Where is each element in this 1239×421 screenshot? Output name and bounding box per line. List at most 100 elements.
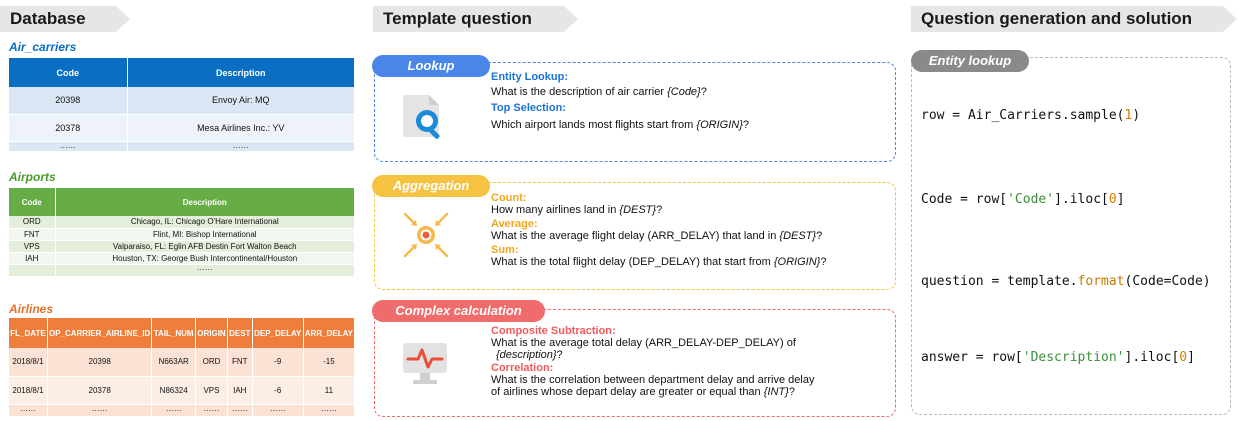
table-cell: ORD bbox=[195, 348, 228, 377]
table-cell: VPS bbox=[9, 240, 56, 253]
table-cell: 2018/8/1 bbox=[9, 376, 48, 405]
lookup-questions: Entity Lookup: What is the description o… bbox=[491, 71, 749, 131]
generation-header-label: Question generation and solution bbox=[921, 9, 1193, 28]
table-cell: …… bbox=[252, 404, 304, 417]
column-header: TAIL_NUM bbox=[151, 318, 197, 348]
code-line-sample: row = Air_Carriers.sample(1) bbox=[921, 108, 1140, 123]
table-cell: …… bbox=[9, 141, 128, 152]
code-line-answer: answer = row['Description'].iloc[0] bbox=[921, 350, 1195, 365]
aggregate-arrows-icon bbox=[403, 212, 449, 258]
question-text: What is the description of air carrier {… bbox=[491, 86, 749, 98]
table-cell: 20378 bbox=[9, 114, 128, 142]
table-cell: 11 bbox=[303, 376, 356, 405]
question-text: Which airport lands most flights start f… bbox=[491, 119, 749, 131]
question-var: {DEST} bbox=[619, 204, 657, 216]
column-header: OP_CARRIER_AIRLINE_ID bbox=[47, 318, 153, 348]
question-before: What is the description of air carrier bbox=[491, 86, 668, 98]
table-row: …… …… …… …… …… …… …… bbox=[9, 404, 356, 417]
monitor-pulse-icon bbox=[403, 343, 447, 384]
question-before: What is the total flight delay (DEP_DELA… bbox=[491, 256, 774, 268]
question-after: ? bbox=[656, 204, 663, 216]
code-number: 0 bbox=[1108, 192, 1117, 207]
column-header: Code bbox=[9, 188, 56, 216]
code-text: answer = row[ bbox=[921, 350, 1023, 365]
table-cell: VPS bbox=[195, 376, 228, 405]
table-row: ………… bbox=[9, 141, 355, 152]
code-line-code: Code = row['Code'].iloc[0] bbox=[921, 192, 1125, 207]
code-function: format bbox=[1077, 274, 1125, 289]
question-var: {ORIGIN} bbox=[773, 256, 821, 268]
table-cell: N663AR bbox=[151, 348, 197, 377]
question-text: What is the total flight delay (DEP_DELA… bbox=[491, 256, 826, 268]
question-after: ? bbox=[788, 386, 795, 398]
question-after: ? bbox=[820, 256, 827, 268]
magnifier-icon bbox=[403, 95, 440, 139]
question-type-heading: Count: bbox=[491, 192, 527, 204]
generation-header: Question generation and solution bbox=[911, 6, 1237, 32]
question-after: ? bbox=[816, 230, 823, 242]
table-cell: -6 bbox=[252, 376, 304, 405]
column-header: Code bbox=[9, 58, 128, 87]
entity-lookup-tag: Entity lookup bbox=[911, 50, 1029, 72]
table-cell: 20398 bbox=[47, 348, 153, 377]
template-header-label: Template question bbox=[383, 9, 532, 28]
code-text: question = template. bbox=[921, 274, 1078, 289]
table-cell: FNT bbox=[227, 348, 253, 377]
database-header: Database bbox=[0, 6, 130, 32]
question-var: {DEST} bbox=[779, 230, 817, 242]
question-before: What is the average flight delay (ARR_DE… bbox=[491, 230, 780, 242]
table-cell: IAH bbox=[227, 376, 253, 405]
table-cell: -9 bbox=[252, 348, 304, 377]
complex-questions: Composite Subtraction: What is the avera… bbox=[491, 325, 814, 398]
column-header: DEP_DELAY bbox=[252, 318, 304, 348]
column-header: Description bbox=[127, 58, 355, 87]
question-type-heading: Composite Subtraction: bbox=[491, 325, 616, 337]
table-row: 2018/8/1 20378 N86324 VPS IAH -6 11 bbox=[9, 376, 356, 405]
question-type-heading: Average: bbox=[491, 218, 538, 230]
question-after: ? bbox=[556, 349, 563, 361]
question-text: What is the correlation between departme… bbox=[491, 374, 815, 386]
question-text: {description}? bbox=[491, 349, 814, 361]
column-header: FL_DATE bbox=[9, 318, 48, 348]
question-type-heading: Top Selection: bbox=[491, 102, 566, 114]
table-cell: IAH bbox=[9, 252, 56, 265]
table-cell: 20398 bbox=[9, 87, 128, 115]
column-header: ARR_DELAY bbox=[303, 318, 356, 348]
question-before: How many airlines land in bbox=[491, 204, 620, 216]
air-carriers-table: Code Description 20398 Envoy Air: MQ 2037… bbox=[9, 58, 355, 152]
table-cell: FNT bbox=[9, 228, 56, 241]
code-text: ].iloc[ bbox=[1054, 192, 1109, 207]
air-carriers-title: Air_carriers bbox=[9, 40, 77, 54]
code-text: row = Air_Carriers.sample( bbox=[921, 108, 1125, 123]
table-row: ORD Chicago, IL: Chicago O'Hare Internati… bbox=[9, 216, 355, 229]
table-cell: Mesa Airlines Inc.: YV bbox=[127, 114, 355, 142]
question-type-heading: Sum: bbox=[491, 244, 519, 256]
code-text: ] bbox=[1116, 192, 1125, 207]
table-cell: …… bbox=[55, 263, 355, 277]
table-row: 2018/8/1 20398 N663AR ORD FNT -9 -15 bbox=[9, 348, 356, 377]
column-header: Description bbox=[55, 188, 355, 216]
question-var: {INT} bbox=[763, 386, 789, 398]
table-cell: N86324 bbox=[151, 376, 197, 405]
table-row: 20398 Envoy Air: MQ bbox=[9, 87, 355, 115]
table-row: 20378 Mesa Airlines Inc.: YV bbox=[9, 114, 355, 142]
code-text: ] bbox=[1187, 350, 1195, 365]
column-header: ORIGIN bbox=[195, 318, 228, 348]
airports-table: Code Description ORD Chicago, IL: Chicago… bbox=[9, 188, 355, 277]
table-cell: …… bbox=[9, 404, 48, 417]
question-var: {description} bbox=[496, 349, 557, 361]
table-cell: 20378 bbox=[47, 376, 153, 405]
table-cell: …… bbox=[195, 404, 228, 417]
question-text: How many airlines land in {DEST}? bbox=[491, 204, 826, 216]
question-before: Which airport lands most flights start f… bbox=[491, 119, 697, 131]
question-var: {Code} bbox=[667, 86, 701, 98]
aggregation-questions: Count: How many airlines land in {DEST}?… bbox=[491, 192, 826, 268]
complex-tag: Complex calculation bbox=[372, 300, 545, 322]
table-row: IAH Houston, TX: George Bush Intercontine… bbox=[9, 252, 355, 265]
airlines-title: Airlines bbox=[9, 302, 54, 316]
code-text: ) bbox=[1132, 108, 1141, 123]
table-cell: Flint, MI: Bishop International bbox=[55, 228, 355, 241]
table-cell: …… bbox=[227, 404, 253, 417]
table-cell: …… bbox=[151, 404, 197, 417]
code-string: 'Description' bbox=[1022, 350, 1125, 365]
